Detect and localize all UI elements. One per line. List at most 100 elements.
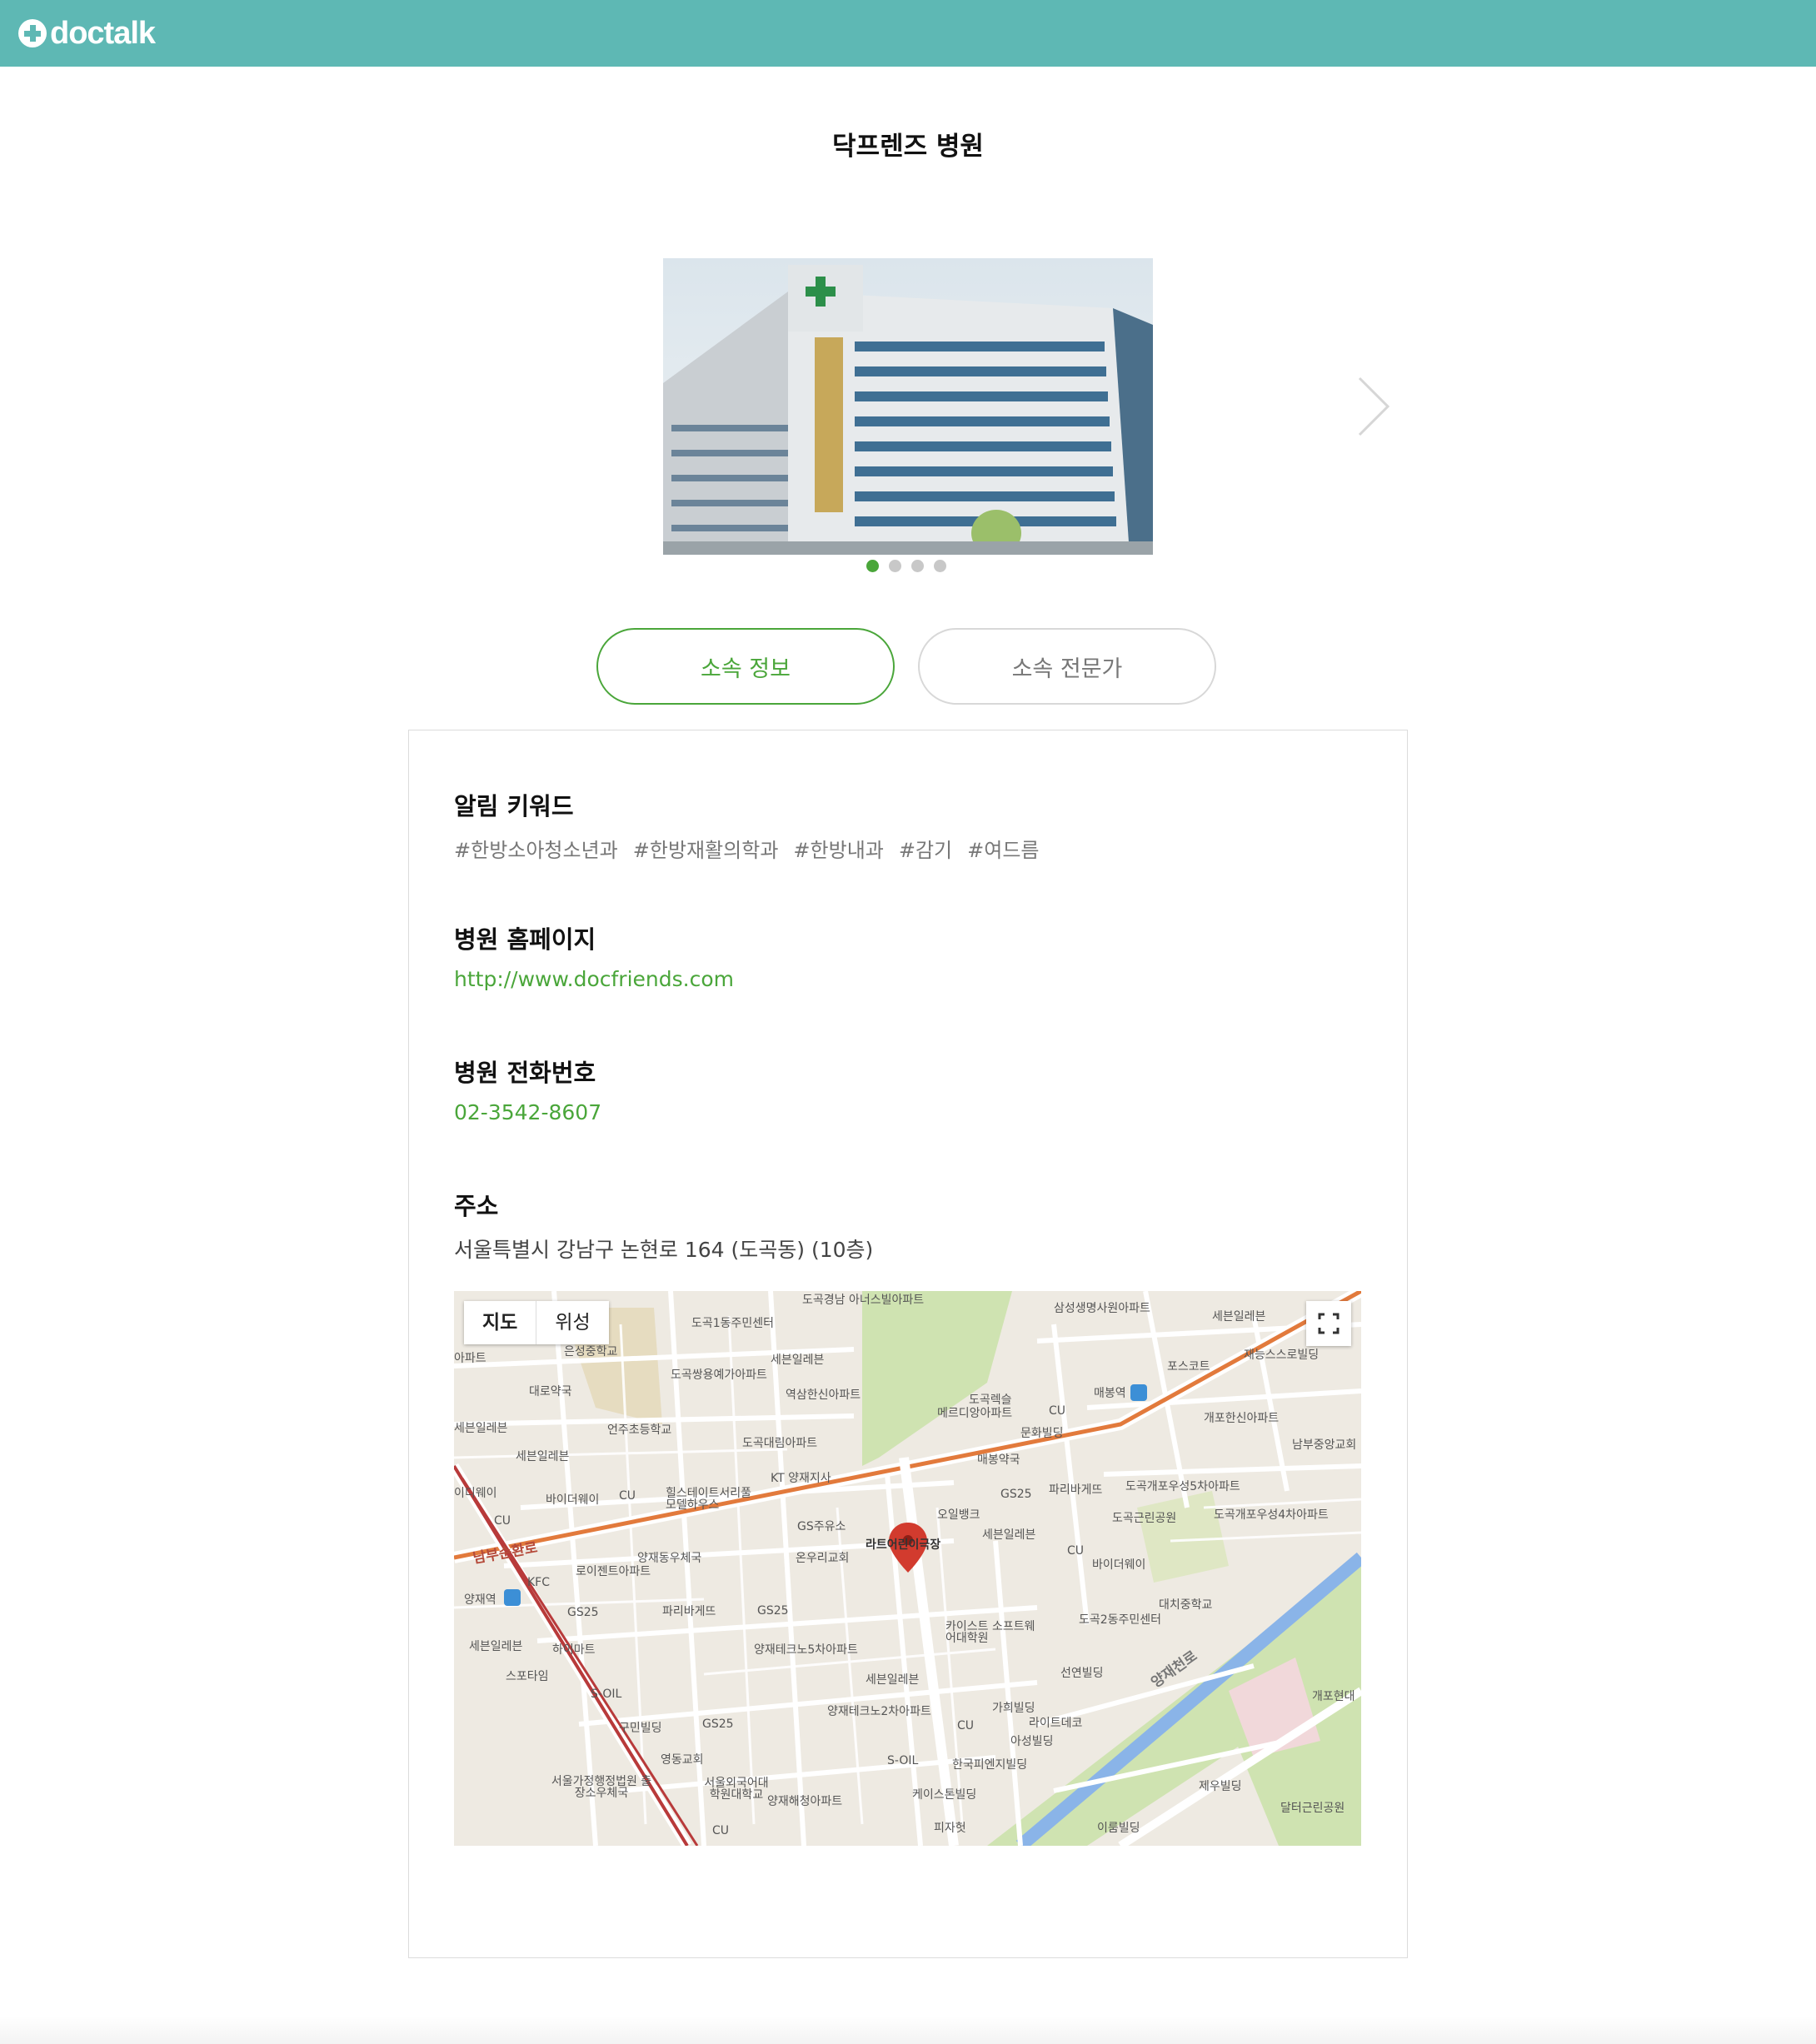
map-place-label: 파리바게뜨: [1049, 1483, 1103, 1497]
top-navigation-bar: doctalk: [0, 0, 1816, 67]
carousel-dot[interactable]: [911, 560, 924, 572]
address-heading: 주소: [454, 1192, 499, 1220]
map-place-label: 개포한신아파트: [1204, 1412, 1280, 1425]
carousel-dot[interactable]: [934, 560, 946, 572]
map-type-toggle: 지도 위성: [464, 1301, 609, 1344]
map-place-label: CU: [1067, 1544, 1085, 1558]
map-place-label: 세븐일레븐: [982, 1528, 1036, 1542]
map-place-label: 가희빌딩: [992, 1702, 1035, 1715]
map-place-label: 온우리교회: [796, 1552, 850, 1565]
map-place-label: 파리바게뜨: [662, 1605, 716, 1618]
map-place-label: CU: [1049, 1404, 1066, 1418]
map-type-satellite-button[interactable]: 위성: [536, 1301, 608, 1344]
map-marker-label: 라트어린이극장: [866, 1538, 941, 1552]
address-text: 서울특별시 강남구 논현로 164 (도곡동) (10층): [454, 1238, 874, 1262]
map-place-label: 세븐일레븐: [1212, 1310, 1266, 1324]
fullscreen-button[interactable]: [1306, 1301, 1351, 1346]
map-place-label: 언주초등학교: [607, 1423, 672, 1437]
carousel-next-button[interactable]: [1350, 373, 1399, 440]
phone-link[interactable]: 02-3542-8607: [454, 1100, 601, 1124]
map-place-label: 도곡2동주민센터: [1079, 1613, 1162, 1627]
map-place-label: 매봉약국: [977, 1453, 1020, 1467]
keyword-list: #한방소아청소년과 #한방재활의학과 #한방내과 #감기 #여드름: [454, 834, 1040, 863]
map-place-label: 서울외국어대학원대학교: [704, 1777, 769, 1802]
map-place-label: 바이더웨이: [546, 1493, 600, 1507]
map-place-label: 도곡1동주민센터: [691, 1317, 775, 1330]
map-place-label: GS25: [1000, 1488, 1032, 1501]
map-place-label: 개포현대: [1312, 1690, 1355, 1703]
map-place-label: S-OIL: [887, 1754, 919, 1767]
hospital-name-title: 닥프렌즈 병원: [832, 132, 984, 162]
map-place-label: 재능스스로빌딩: [1244, 1349, 1320, 1362]
map-place-label: 선연빌딩: [1060, 1667, 1104, 1680]
map-place-label: 힐스테이트서리풀모델하우스: [666, 1487, 752, 1512]
map-place-label: 도곡경남 아너스빌아파트: [802, 1294, 925, 1307]
map-place-label: GS25: [757, 1604, 789, 1618]
map-place-label: 양재해청아파트: [767, 1795, 843, 1808]
map-place-label: CU: [957, 1719, 975, 1732]
map-place-label: 카이스트 소프트웨어대학원: [945, 1620, 1035, 1645]
map-place-label: 케이스톤빌딩: [912, 1788, 977, 1802]
map-place-label: 구민빌딩: [619, 1722, 662, 1735]
map-place-label: 문화빌딩: [1020, 1427, 1064, 1440]
map-place-label: 은성중학교: [564, 1345, 618, 1359]
map-place-label: 도곡근린공원: [1112, 1512, 1177, 1525]
map-place-label: 포스코트: [1167, 1360, 1210, 1373]
map-place-label: 남부중앙교회: [1292, 1438, 1357, 1452]
map-place-label: 양재역: [464, 1593, 496, 1607]
map-place-label: GS25: [567, 1606, 599, 1619]
map-place-label: 한국피엔지빌딩: [952, 1758, 1028, 1772]
map-place-label: 도곡쌍용예가아파트: [671, 1368, 767, 1382]
map-place-label: CU: [494, 1514, 511, 1528]
map-place-label: 로이젠트아파트: [576, 1565, 651, 1578]
tab-affiliated-experts[interactable]: 소속 전문가: [918, 628, 1216, 705]
carousel-dot[interactable]: [889, 560, 901, 572]
map-place-label: CU: [619, 1489, 636, 1503]
map-place-label: 바이더웨이: [1092, 1558, 1146, 1572]
keyword-tag[interactable]: #한방재활의학과: [633, 834, 779, 863]
map-place-label: KT 양재지사: [771, 1472, 831, 1485]
carousel-indicators: [866, 560, 946, 572]
map-place-label: 피자헛: [934, 1822, 966, 1835]
map-place-label: 양재테크노5차아파트: [754, 1643, 858, 1657]
keyword-tag[interactable]: #감기: [899, 834, 952, 863]
map-place-label: 역삼한신아파트: [786, 1388, 861, 1402]
hospital-photo[interactable]: [663, 258, 1153, 555]
map-place-label: 세븐일레븐: [469, 1640, 523, 1653]
map-place-label: 오일뱅크: [937, 1508, 980, 1522]
map-place-label: 세븐일레븐: [771, 1354, 825, 1367]
hospital-building-image: [663, 258, 1153, 555]
phone-heading: 병원 전화번호: [454, 1059, 596, 1087]
map-place-label: 이디웨이: [454, 1487, 497, 1500]
tab-affiliation-info[interactable]: 소속 정보: [596, 628, 895, 705]
keyword-tag[interactable]: #한방내과: [793, 834, 883, 863]
map-place-label: 아성빌딩: [1010, 1735, 1054, 1748]
map-place-label: 도곡대림아파트: [742, 1437, 818, 1450]
map-place-label: 아파트: [454, 1352, 486, 1365]
doctalk-logo[interactable]: doctalk: [18, 12, 156, 55]
map-place-label: 이룸빌딩: [1097, 1822, 1140, 1835]
fullscreen-icon: [1318, 1313, 1340, 1334]
map-place-label: GS주유소: [797, 1520, 846, 1533]
map-place-label: 세븐일레븐: [454, 1422, 508, 1435]
map-place-label: 매봉역: [1094, 1387, 1126, 1400]
map-place-label: 삼성생명사원아파트: [1054, 1302, 1150, 1315]
map-place-label: 서울가정행정법원 출장소우체국: [551, 1775, 652, 1800]
keyword-tag[interactable]: #여드름: [967, 834, 1039, 863]
map-place-label: 도곡개포우성5차아파트: [1125, 1480, 1240, 1493]
map-place-label: 세븐일레븐: [866, 1673, 920, 1687]
map-place-label: 영동교회: [661, 1753, 704, 1767]
map-place-label: GS25: [702, 1717, 734, 1731]
carousel-dot[interactable]: [866, 560, 879, 572]
map-type-map-button[interactable]: 지도: [464, 1301, 537, 1344]
map-place-label: 라이트데코: [1029, 1717, 1083, 1730]
map-place-label: 스포타임: [506, 1670, 549, 1683]
plus-logo-icon: [18, 19, 47, 47]
logo-text: doctalk: [50, 15, 156, 51]
homepage-link[interactable]: http://www.docfriends.com: [454, 967, 734, 991]
map-place-label: 하이마트: [552, 1643, 596, 1657]
location-map[interactable]: 지도 위성 도곡경남 아너스빌아파트 삼성생명사원아파트 세븐일레븐 도곡1동주…: [454, 1291, 1361, 1846]
map-place-label: 대치중학교: [1159, 1598, 1213, 1612]
chevron-right-icon: [1358, 376, 1390, 436]
keyword-tag[interactable]: #한방소아청소년과: [454, 834, 618, 863]
